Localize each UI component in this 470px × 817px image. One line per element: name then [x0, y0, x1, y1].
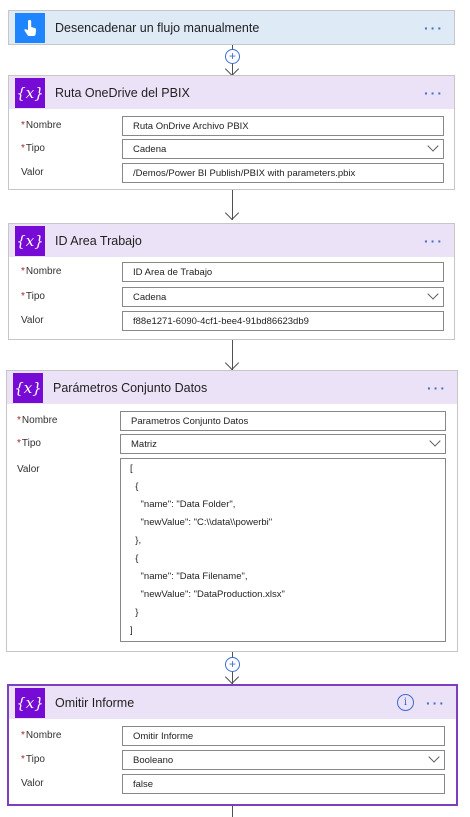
variable-x-icon: {x}	[15, 77, 45, 108]
variable-card-workspace[interactable]: {x} ID Area Trabajo ··· *Nombre ID Area …	[8, 223, 455, 340]
variable-x-icon: {x}	[15, 225, 45, 256]
connector-arrow	[224, 355, 240, 371]
type-select-value: Matriz	[131, 439, 157, 450]
name-input[interactable]: Omitir Informe	[122, 726, 445, 746]
value-input[interactable]: false	[122, 774, 445, 794]
trigger-card[interactable]: Desencadenar un flujo manualmente ···	[8, 10, 455, 45]
name-label: *Nombre	[17, 415, 58, 426]
chevron-down-icon[interactable]	[427, 288, 439, 300]
json-line: "newValue": "DataProduction.xlsx"	[130, 589, 285, 600]
card-title: Parámetros Conjunto Datos	[53, 380, 208, 395]
value-label: Valor	[17, 464, 40, 475]
json-line: "name": "Data Folder",	[130, 499, 236, 510]
ellipsis-icon[interactable]: ···	[427, 380, 447, 396]
chevron-down-icon[interactable]	[429, 435, 441, 447]
trigger-title: Desencadenar un flujo manualmente	[55, 20, 260, 35]
type-select[interactable]: Cadena	[122, 139, 444, 159]
card-title: ID Area Trabajo	[55, 233, 142, 248]
info-icon[interactable]: i	[397, 694, 414, 711]
json-line: {	[130, 553, 139, 564]
value-input[interactable]: /Demos/Power BI Publish/PBIX with parame…	[122, 163, 444, 183]
connector-arrow	[224, 669, 240, 685]
connector-line	[232, 806, 233, 817]
type-label: *Tipo	[21, 143, 45, 154]
connector-arrow	[224, 205, 240, 221]
trigger-header[interactable]: Desencadenar un flujo manualmente ···	[9, 11, 454, 44]
type-select[interactable]: Booleano	[122, 750, 445, 770]
type-select-value: Cadena	[133, 292, 167, 303]
json-line: ]	[130, 625, 133, 636]
json-line: [	[130, 463, 133, 474]
card-title: Ruta OneDrive del PBIX	[55, 85, 190, 100]
variable-card-skip-report[interactable]: {x} Omitir Informe i ··· *Nombre Omitir …	[7, 684, 458, 806]
value-label: Valor	[21, 167, 44, 178]
variable-x-icon: {x}	[13, 372, 43, 403]
value-label: Valor	[21, 778, 44, 789]
ellipsis-icon[interactable]: ···	[426, 695, 446, 711]
name-input[interactable]: Parametros Conjunto Datos	[120, 411, 446, 431]
ellipsis-icon[interactable]: ···	[424, 85, 444, 101]
card-header[interactable]: {x} Ruta OneDrive del PBIX ···	[9, 76, 454, 109]
card-header[interactable]: {x} ID Area Trabajo ···	[9, 224, 454, 257]
ellipsis-icon[interactable]: ···	[424, 233, 444, 249]
type-select[interactable]: Cadena	[122, 287, 444, 307]
chevron-down-icon[interactable]	[428, 751, 440, 763]
variable-card-dataset-params[interactable]: {x} Parámetros Conjunto Datos ··· *Nombr…	[6, 370, 458, 652]
card-header[interactable]: {x} Parámetros Conjunto Datos ···	[7, 371, 457, 404]
value-input[interactable]: f88e1271-6090-4cf1-bee4-91bd86623db9	[122, 311, 444, 331]
type-label: *Tipo	[21, 291, 45, 302]
variable-x-icon: {x}	[15, 687, 45, 718]
type-select-value: Cadena	[133, 144, 167, 155]
connector-arrow	[224, 61, 240, 77]
type-label: *Tipo	[17, 438, 41, 449]
type-label: *Tipo	[21, 754, 45, 765]
chevron-down-icon[interactable]	[427, 140, 439, 152]
json-line: }	[130, 607, 139, 618]
card-header[interactable]: {x} Omitir Informe i ···	[9, 686, 456, 719]
json-line: {	[130, 481, 139, 492]
card-title: Omitir Informe	[55, 695, 135, 710]
name-label: *Nombre	[21, 120, 62, 131]
name-label: *Nombre	[21, 266, 62, 277]
json-line: },	[130, 535, 142, 546]
name-label: *Nombre	[21, 730, 62, 741]
value-label: Valor	[21, 315, 44, 326]
name-input[interactable]: Ruta OnDrive Archivo PBIX	[122, 116, 444, 136]
json-line: "name": "Data Filename",	[130, 571, 248, 582]
touch-hand-icon	[15, 12, 45, 43]
type-select[interactable]: Matriz	[120, 434, 446, 454]
ellipsis-icon[interactable]: ···	[424, 20, 444, 36]
variable-card-onedrive[interactable]: {x} Ruta OneDrive del PBIX ··· *Nombre R…	[8, 75, 455, 190]
value-json-editor[interactable]: [ { "name": "Data Folder", "newValue": "…	[120, 458, 446, 642]
json-line: "newValue": "C:\\data\\powerbi"	[130, 517, 273, 528]
type-select-value: Booleano	[133, 755, 174, 766]
name-input[interactable]: ID Area de Trabajo	[122, 262, 444, 282]
